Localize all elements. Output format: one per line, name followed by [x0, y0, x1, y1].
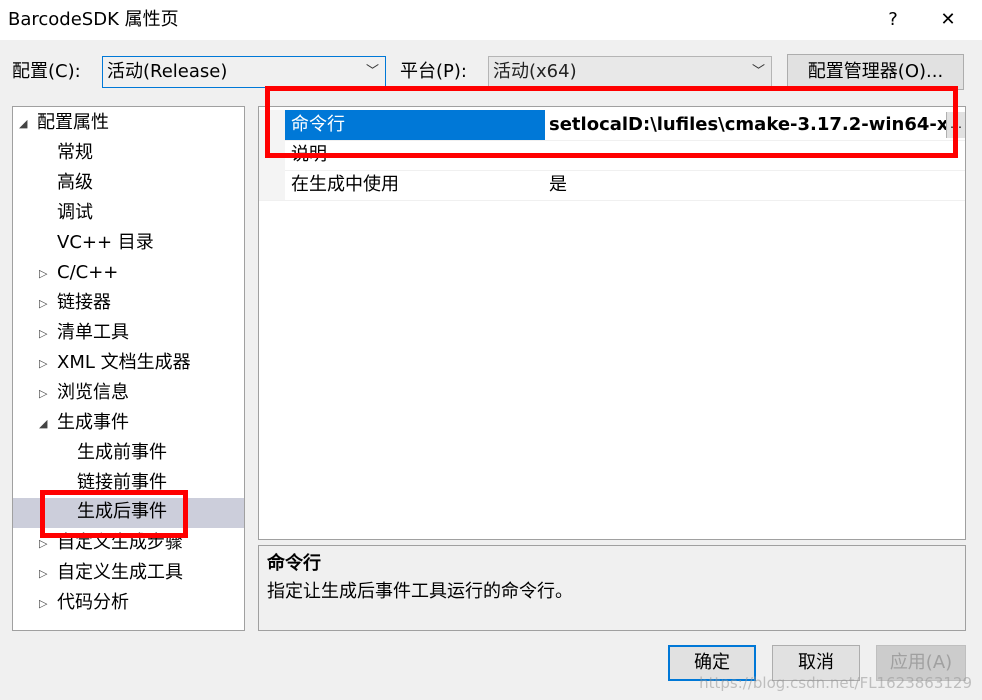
red-highlight-box	[265, 86, 958, 158]
close-icon[interactable]: ✕	[930, 6, 966, 34]
collapse-icon[interactable]: ◢	[19, 109, 37, 139]
tree-item-debugging[interactable]: 调试	[57, 199, 93, 229]
tree-item-label: 自定义生成工具	[57, 562, 183, 583]
tree-item-general[interactable]: 常规	[57, 139, 93, 169]
config-select[interactable]: 活动(Release) ﹀	[102, 56, 386, 88]
expand-icon[interactable]: ▷	[39, 559, 57, 589]
tree-item-code-analysis[interactable]: ▷ 代码分析	[39, 589, 129, 619]
config-select-value: 活动(Release)	[107, 61, 228, 82]
tree-item-label: C/C++	[57, 262, 119, 283]
tree-item-label: 生成事件	[57, 412, 129, 433]
watermark: https://blog.csdn.net/FL1623863129	[699, 674, 972, 692]
tree-item-manifest-tool[interactable]: ▷ 清单工具	[39, 319, 129, 349]
tree-item-pre-build-event[interactable]: 生成前事件	[77, 439, 167, 469]
property-tree: ◢ 配置属性 常规 高级 调试 VC++ 目录 ▷ C/C++ ▷ 链接器 ▷ 清单工具…	[12, 106, 245, 631]
platform-select[interactable]: 活动(x64) ﹀	[488, 56, 772, 88]
config-manager-button[interactable]: 配置管理器(O)...	[787, 54, 964, 90]
title-bar: BarcodeSDK 属性页 ? ✕	[0, 0, 982, 40]
tree-item-browse-info[interactable]: ▷ 浏览信息	[39, 379, 129, 409]
expand-icon[interactable]: ▷	[39, 349, 57, 379]
expand-icon[interactable]: ▷	[39, 319, 57, 349]
tree-item-label: 浏览信息	[57, 382, 129, 403]
chevron-down-icon: ﹀	[751, 64, 765, 79]
grid-gutter	[259, 170, 285, 200]
tree-item-linker[interactable]: ▷ 链接器	[39, 289, 111, 319]
tree-item-label: 清单工具	[57, 322, 129, 343]
description-panel: 命令行 指定让生成后事件工具运行的命令行。	[258, 545, 966, 631]
tree-item-label: VC++ 目录	[57, 232, 154, 253]
tree-item-label: 生成前事件	[77, 442, 167, 463]
collapse-icon[interactable]: ◢	[39, 409, 57, 439]
tree-item-config-properties[interactable]: ◢ 配置属性	[19, 109, 241, 139]
tree-item-label: 代码分析	[57, 592, 129, 613]
config-label: 配置(C):	[12, 61, 81, 82]
description-title: 命令行	[267, 553, 321, 574]
platform-select-value: 活动(x64)	[493, 61, 577, 82]
tree-item-c-cpp[interactable]: ▷ C/C++	[39, 259, 118, 289]
expand-icon[interactable]: ▷	[39, 259, 57, 289]
tree-item-build-events[interactable]: ◢ 生成事件	[39, 409, 129, 439]
tree-item-label: 高级	[57, 172, 93, 193]
tree-item-label: 常规	[57, 142, 93, 163]
property-grid: 命令行 setlocalD:\lufiles\cmake-3.17.2-win6…	[258, 106, 966, 540]
red-highlight-box	[40, 490, 188, 538]
chevron-down-icon: ﹀	[365, 64, 379, 79]
grid-row-use-in-build[interactable]: 在生成中使用 是	[259, 170, 965, 201]
tree-item-label: 链接器	[57, 292, 111, 313]
expand-icon[interactable]: ▷	[39, 379, 57, 409]
help-icon[interactable]: ?	[875, 6, 911, 34]
tree-item-label: 调试	[57, 202, 93, 223]
window-title: BarcodeSDK 属性页	[8, 9, 179, 30]
tree-item-xml-doc-generator[interactable]: ▷ XML 文档生成器	[39, 349, 191, 379]
tree-item-label: 配置属性	[37, 112, 109, 133]
expand-icon[interactable]: ▷	[39, 589, 57, 619]
grid-row-name: 在生成中使用	[291, 174, 399, 195]
tree-item-custom-build-tool[interactable]: ▷ 自定义生成工具	[39, 559, 183, 589]
platform-label: 平台(P):	[400, 61, 467, 82]
tree-item-advanced[interactable]: 高级	[57, 169, 93, 199]
use-in-build-value[interactable]: 是	[545, 170, 965, 200]
description-text: 指定让生成后事件工具运行的命令行。	[267, 581, 573, 602]
expand-icon[interactable]: ▷	[39, 289, 57, 319]
tree-item-label: XML 文档生成器	[57, 352, 191, 373]
tree-item-vc-directories[interactable]: VC++ 目录	[57, 229, 154, 259]
